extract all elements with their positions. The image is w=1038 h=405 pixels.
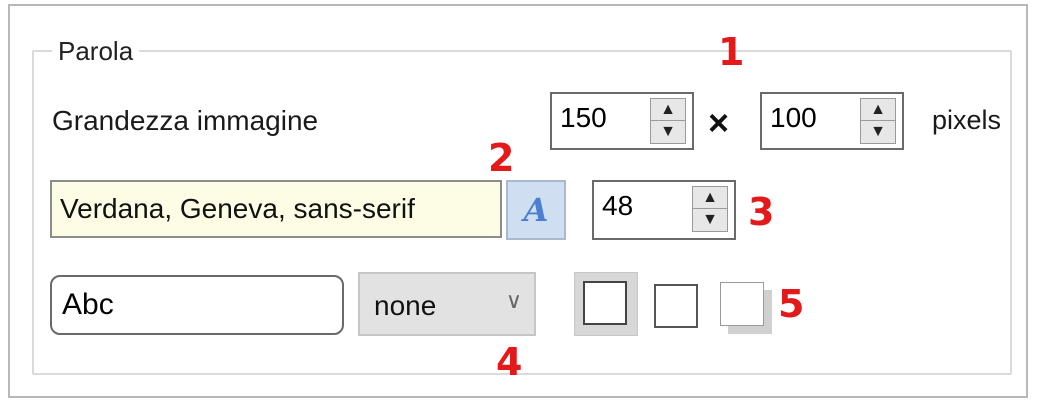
font-size-spinner[interactable]: 48 ▲ ▼ [592,180,736,240]
image-height-value[interactable]: 100 [770,102,817,134]
style-toggle-shadow[interactable] [720,282,764,326]
groupbox-title: Parola [52,36,140,67]
annotation-5: 5 [778,282,805,326]
preview-text-value: Abc [62,288,114,321]
image-width-spinner[interactable]: 150 ▲ ▼ [550,92,694,150]
font-family-field[interactable]: Verdana, Geneva, sans-serif [50,180,502,238]
annotation-2: 2 [488,136,515,180]
style-toggle-1-frame[interactable] [574,272,638,336]
spin-up-arrow-icon[interactable]: ▲ [861,99,895,121]
spin-down-arrow-icon[interactable]: ▼ [651,121,685,143]
annotation-4: 4 [496,340,523,384]
font-picker-button[interactable]: A [506,180,566,240]
style-toggle-2[interactable] [654,284,698,328]
font-size-spin-buttons[interactable]: ▲ ▼ [692,186,728,232]
image-width-spin-buttons[interactable]: ▲ ▼ [650,98,686,144]
spin-down-arrow-icon[interactable]: ▼ [861,121,895,143]
spin-up-arrow-icon[interactable]: ▲ [651,99,685,121]
image-height-spin-buttons[interactable]: ▲ ▼ [860,98,896,144]
decoration-dropdown[interactable]: none ∨ [358,272,536,336]
chevron-down-icon: ∨ [505,288,522,313]
annotation-3: 3 [748,190,775,234]
image-size-label: Grandezza immagine [52,105,319,136]
size-separator: × [708,102,730,143]
spin-down-arrow-icon[interactable]: ▼ [693,209,727,231]
preview-text-input[interactable]: Abc [50,275,344,335]
image-width-value[interactable]: 150 [560,102,607,134]
font-family-value: Verdana, Geneva, sans-serif [60,193,415,224]
image-height-spinner[interactable]: 100 ▲ ▼ [760,92,904,150]
font-icon: A [523,191,549,229]
pixels-unit-label: pixels [932,105,1002,135]
annotation-1: 1 [718,30,745,74]
font-size-value[interactable]: 48 [602,190,633,222]
decoration-selected-value: none [374,290,437,321]
spin-up-arrow-icon[interactable]: ▲ [693,187,727,209]
style-toggle-1[interactable] [583,281,627,325]
